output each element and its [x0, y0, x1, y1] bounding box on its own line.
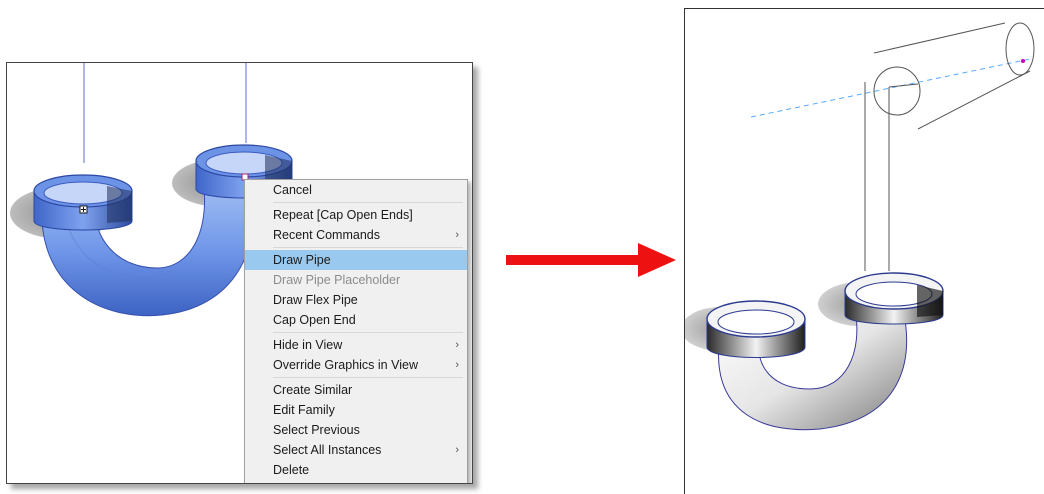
- submenu-arrow-icon: ›: [455, 444, 459, 456]
- menu-item-label: Override Graphics in View: [273, 358, 418, 372]
- menu-item-edit-family[interactable]: Edit Family: [245, 400, 467, 420]
- menu-item-select-previous[interactable]: Select Previous: [245, 420, 467, 440]
- menu-item-draw-pipe[interactable]: Draw Pipe: [245, 250, 467, 270]
- menu-item-label: Recent Commands: [273, 228, 380, 242]
- pipe-trap-model-icon: [685, 22, 1035, 431]
- menu-item-create-similar[interactable]: Create Similar: [245, 380, 467, 400]
- menu-item-label: Create Similar: [273, 383, 353, 397]
- menu-item-label: Repeat [Cap Open Ends]: [273, 208, 413, 222]
- cursor-grip-icon[interactable]: [79, 205, 88, 214]
- menu-separator: [273, 377, 463, 378]
- menu-separator: [273, 247, 463, 248]
- left-viewport[interactable]: Cancel Repeat [Cap Open Ends] Recent Comma…: [6, 62, 473, 484]
- submenu-arrow-icon: ›: [455, 229, 459, 241]
- right-viewport[interactable]: [684, 8, 1044, 494]
- submenu-arrow-icon: ›: [455, 339, 459, 351]
- menu-separator: [273, 202, 463, 203]
- context-menu[interactable]: Cancel Repeat [Cap Open Ends] Recent Comma…: [244, 179, 468, 483]
- menu-item-recent-commands[interactable]: Recent Commands ›: [245, 225, 467, 245]
- menu-item-label: Draw Pipe: [273, 253, 331, 267]
- menu-item-cap-open-end[interactable]: Cap Open End: [245, 310, 467, 330]
- menu-item-delete[interactable]: Delete: [245, 460, 467, 480]
- menu-item-label: Cancel: [273, 183, 312, 197]
- menu-item-label: Edit Family: [273, 403, 335, 417]
- menu-item-cancel[interactable]: Cancel: [245, 180, 467, 200]
- menu-item-label: Delete: [273, 463, 310, 477]
- menu-item-override-graphics-in-view[interactable]: Override Graphics in View ›: [245, 355, 467, 375]
- menu-separator: [273, 332, 463, 333]
- menu-item-label: Cap Open End: [273, 313, 356, 327]
- menu-item-draw-pipe-placeholder: Draw Pipe Placeholder: [245, 270, 467, 290]
- menu-item-select-all-instances[interactable]: Select All Instances ›: [245, 440, 467, 460]
- submenu-arrow-icon: ›: [455, 359, 459, 371]
- menu-item-label: Select Previous: [273, 423, 360, 437]
- menu-item-label: Hide in View: [273, 338, 343, 352]
- menu-item-repeat-cap-open-ends[interactable]: Repeat [Cap Open Ends]: [245, 205, 467, 225]
- menu-item-label: Draw Pipe Placeholder: [273, 273, 401, 287]
- menu-item-draw-flex-pipe[interactable]: Draw Flex Pipe: [245, 290, 467, 310]
- menu-item-label: Select All Instances: [273, 443, 382, 457]
- right-arrow-icon: [506, 240, 676, 280]
- menu-item-hide-in-view[interactable]: Hide in View ›: [245, 335, 467, 355]
- menu-item-label: Draw Flex Pipe: [273, 293, 358, 307]
